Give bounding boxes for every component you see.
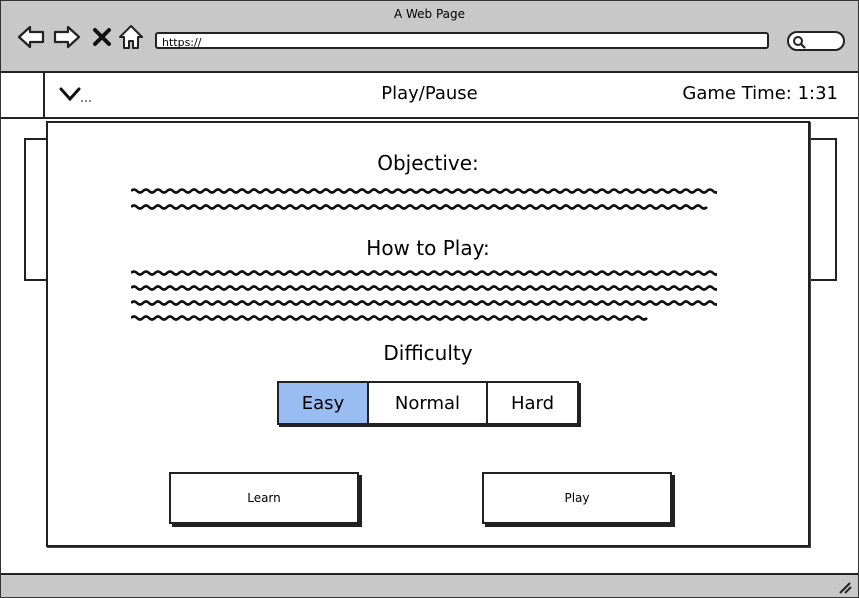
forward-arrow-icon[interactable]	[53, 23, 81, 51]
difficulty-option-easy[interactable]: Easy	[279, 383, 369, 423]
learn-button[interactable]: Learn	[169, 472, 359, 524]
browser-search-field[interactable]	[787, 31, 845, 51]
search-icon	[793, 36, 806, 49]
difficulty-selector: Easy Normal Hard	[277, 381, 579, 425]
app-topbar: Play/Pause Game Time: 1:31	[1, 73, 858, 119]
browser-chrome: A Web Page https://	[1, 1, 858, 73]
how-to-play-heading: How to Play:	[366, 236, 490, 260]
browser-window: A Web Page https:// Play/Pause Game Time…	[0, 0, 859, 598]
instructions-modal: Objective: How to Play: Difficulty Easy …	[46, 121, 810, 547]
game-time-display: Game Time: 1:31	[682, 83, 838, 104]
window-title: A Web Page	[393, 7, 466, 21]
difficulty-option-hard[interactable]: Hard	[488, 383, 577, 423]
url-input[interactable]: https://	[155, 32, 769, 49]
difficulty-heading: Difficulty	[383, 341, 473, 365]
status-bar	[1, 573, 858, 597]
resize-grip-icon[interactable]	[838, 582, 852, 594]
objective-text-placeholder	[131, 188, 717, 210]
objective-heading: Objective:	[377, 151, 479, 175]
home-icon[interactable]	[117, 23, 145, 51]
how-to-play-text-placeholder	[131, 270, 717, 321]
close-x-icon[interactable]	[88, 23, 116, 51]
back-arrow-icon[interactable]	[17, 23, 45, 51]
play-button[interactable]: Play	[482, 472, 672, 524]
difficulty-option-normal[interactable]: Normal	[369, 383, 488, 423]
